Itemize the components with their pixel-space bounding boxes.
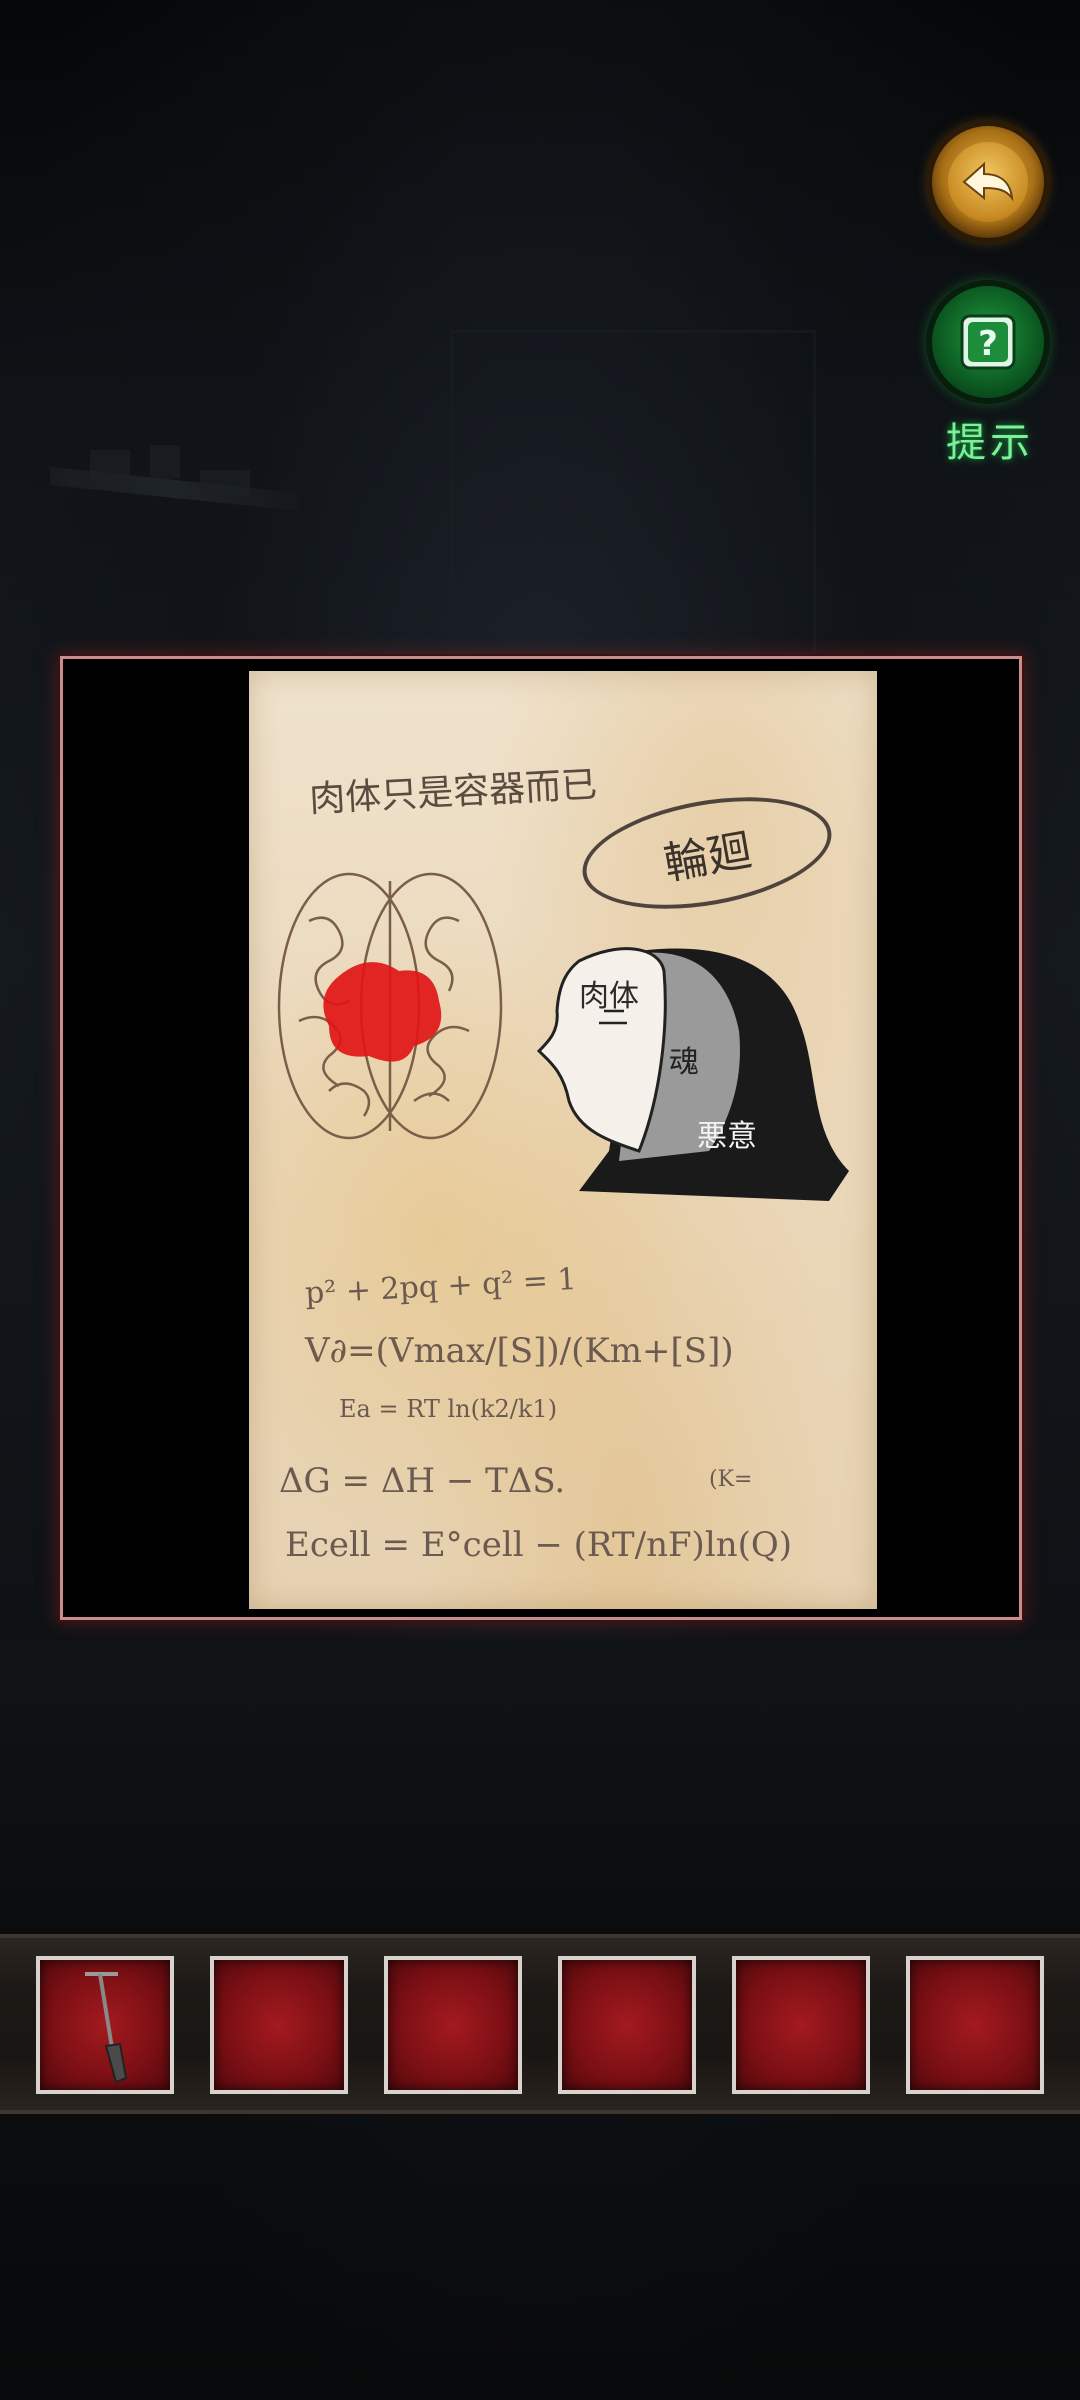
shovel-icon: [85, 1972, 128, 2084]
background-doorway: [450, 330, 816, 656]
label-evil: 悪意: [697, 1119, 757, 1154]
equation-gibbs: ΔG = ΔH − TΔS.: [279, 1461, 566, 1501]
label-flesh: 肉体: [579, 979, 639, 1014]
blood-splatter: [323, 962, 442, 1062]
background-floor: [0, 1640, 1080, 1940]
inventory-bar: [0, 1934, 1080, 2114]
background-object: [200, 470, 250, 496]
equation-arrhenius: Ea = RT ln(k2/k1): [339, 1395, 558, 1423]
equation-michaelis-menten: V∂=(Vmax/[S])/(Km+[S]): [305, 1331, 734, 1371]
hint-button[interactable]: ?: [932, 286, 1044, 398]
circled-word: 輪廻: [573, 779, 841, 927]
inventory-slot-4[interactable]: [558, 1956, 696, 2094]
label-soul: 魂: [669, 1045, 699, 1080]
inventory-slot-6[interactable]: [906, 1956, 1044, 2094]
equation-hardy-weinberg: p² + 2pq + q² = 1: [304, 1261, 578, 1312]
background-object: [90, 450, 130, 480]
equation-scribble: (K=: [709, 1467, 753, 1492]
hint-question-icon: ?: [960, 314, 1016, 370]
inventory-slot-3[interactable]: [384, 1956, 522, 2094]
back-button[interactable]: [932, 126, 1044, 238]
hint-label: 提示: [946, 420, 1034, 466]
equation-nernst: Ecell = E°cell − (RT/nF)ln(Q): [285, 1525, 792, 1565]
inventory-slot-5[interactable]: [732, 1956, 870, 2094]
inventory-slot-1[interactable]: [36, 1956, 174, 2094]
inventory-slot-2[interactable]: [210, 1956, 348, 2094]
back-arrow-icon: [948, 142, 1028, 222]
circled-word-text: 輪廻: [660, 824, 756, 891]
note-viewer[interactable]: 肉体只是容器而已 輪廻 肉体 魂 悪意 p² + 2pq + q² = 1 V∂…: [60, 656, 1022, 1620]
note-paper: 肉体只是容器而已 輪廻 肉体 魂 悪意 p² + 2pq + q² = 1 V∂…: [249, 671, 877, 1609]
note-title: 肉体只是容器而已: [308, 764, 599, 821]
brain-drawing: [277, 872, 503, 1140]
svg-text:?: ?: [978, 324, 998, 364]
background-object: [150, 445, 180, 479]
